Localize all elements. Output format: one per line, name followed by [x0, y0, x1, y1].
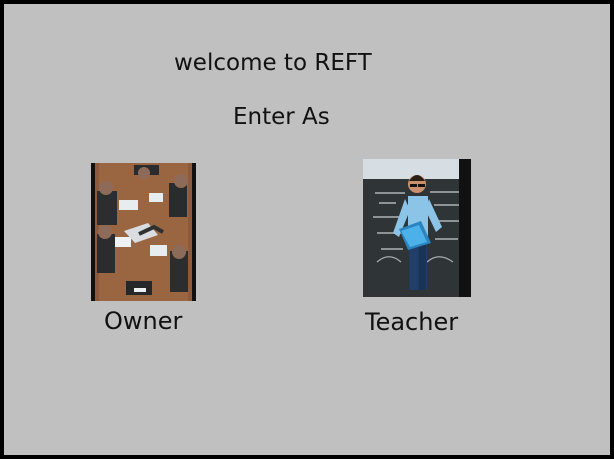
- enter-as-heading: Enter As: [233, 104, 330, 130]
- owner-option-button[interactable]: [91, 163, 196, 301]
- teacher-option-label[interactable]: Teacher: [365, 306, 458, 338]
- business-meeting-photo: [91, 163, 196, 301]
- teacher-photo: [363, 159, 471, 297]
- teacher-option-button[interactable]: [363, 159, 471, 297]
- owner-option-label[interactable]: Owner: [104, 305, 182, 337]
- welcome-heading: welcome to REFT: [174, 50, 372, 76]
- role-selection-window: welcome to REFT Enter As Owner Teacher: [0, 0, 614, 459]
